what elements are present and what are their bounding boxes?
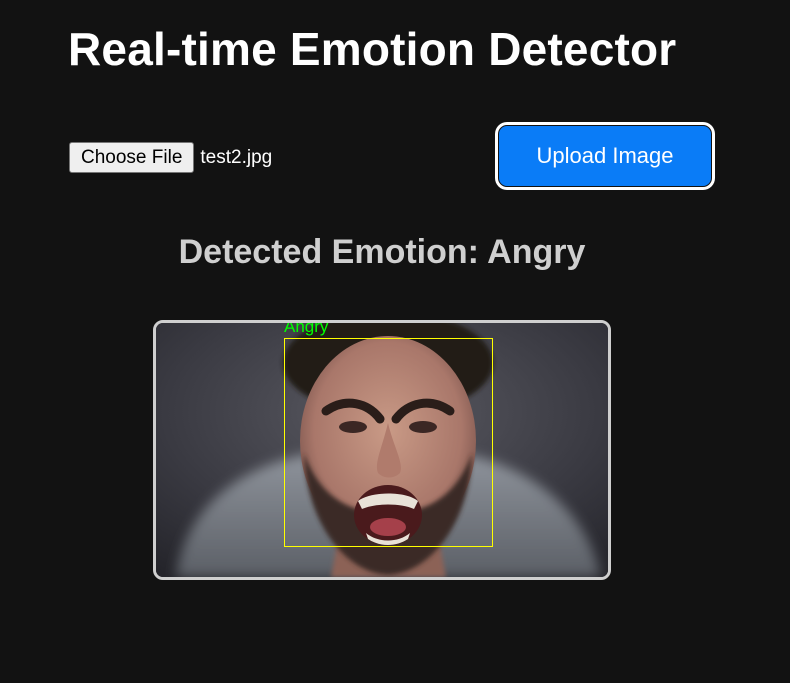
selected-file-name: test2.jpg	[200, 146, 273, 168]
face-emotion-label: Angry	[284, 320, 329, 336]
choose-file-button[interactable]: Choose File	[69, 142, 195, 173]
file-input[interactable]: Choose File test2.jpg	[69, 142, 272, 173]
upload-image-button[interactable]: Upload Image	[496, 123, 714, 189]
emotion-detector-page: Real-time Emotion Detector Choose File t…	[0, 0, 790, 683]
result-image-frame: Angry	[153, 320, 611, 580]
page-title: Real-time Emotion Detector	[68, 23, 677, 75]
face-bounding-box	[284, 338, 493, 547]
detected-emotion-heading: Detected Emotion: Angry	[178, 233, 586, 271]
